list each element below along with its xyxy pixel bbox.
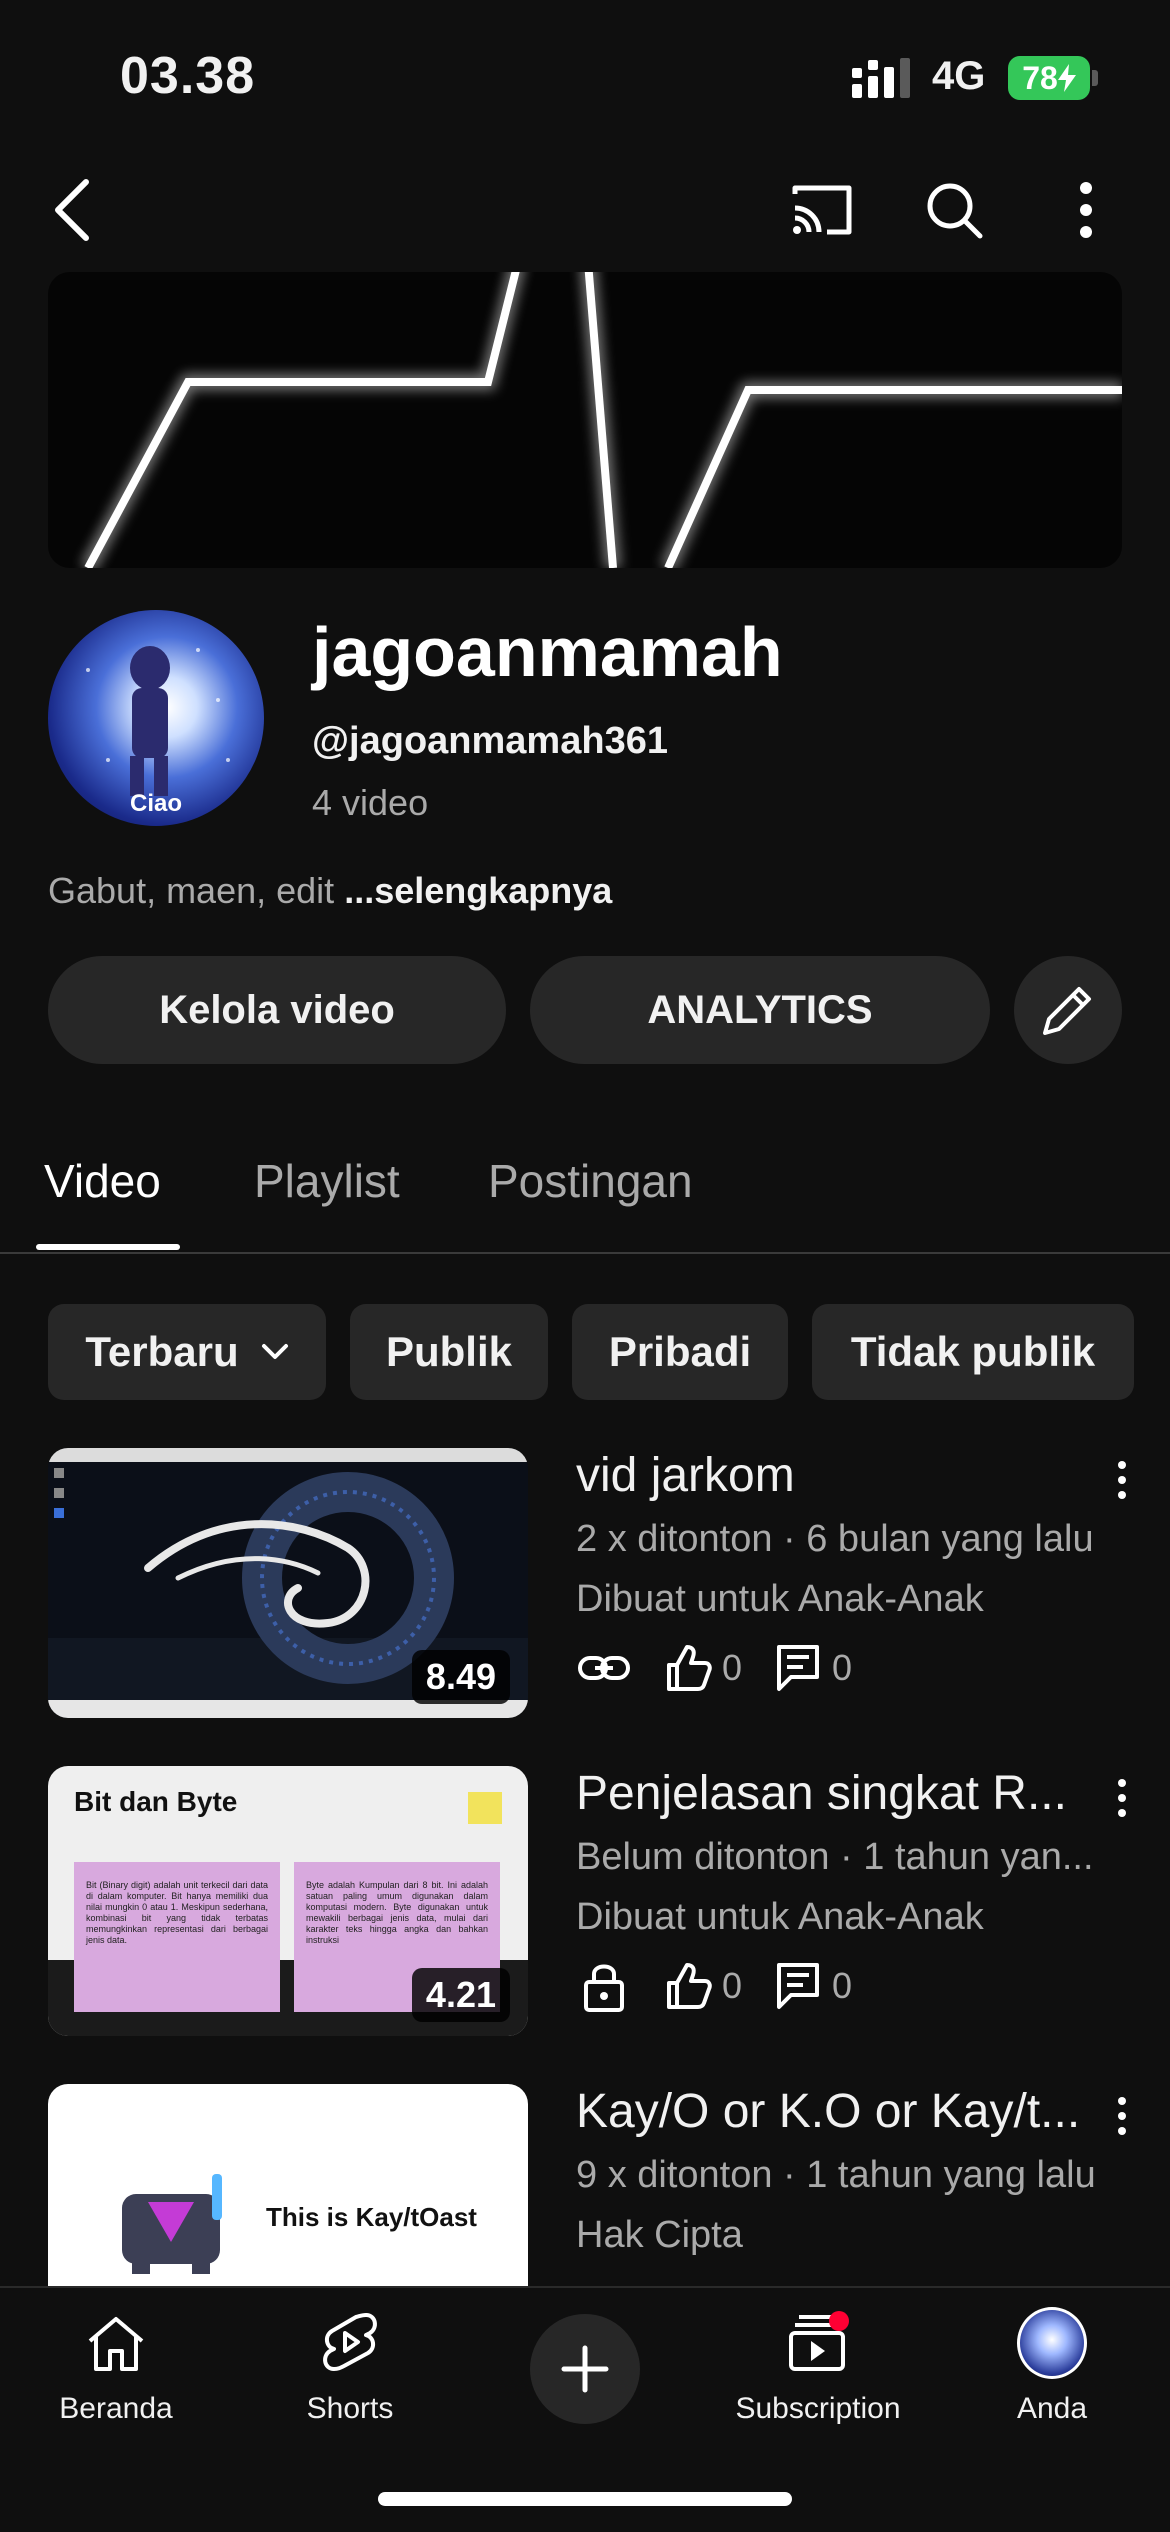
sort-label: Terbaru bbox=[85, 1328, 239, 1375]
like-count: 0 bbox=[722, 1647, 743, 1688]
more-vertical-icon bbox=[1118, 1461, 1126, 1499]
thumbnail-heading: Bit dan Byte bbox=[74, 1786, 238, 1817]
video-item[interactable]: Bit dan Byte Bit (Binary digit) adalah u… bbox=[0, 1766, 1170, 2046]
more-vertical-icon bbox=[1118, 2097, 1126, 2135]
nav-shorts-label: Shorts bbox=[306, 2392, 394, 2425]
video-item[interactable]: This is Kay/tOast Kay/O or K.O or Kay/t.… bbox=[0, 2084, 1170, 2286]
video-audience: Dibuat untuk Anak-Anak bbox=[576, 1578, 984, 1620]
filter-chip-pribadi[interactable]: Pribadi bbox=[572, 1304, 788, 1400]
comment-icon bbox=[770, 1640, 826, 1696]
description-more-link[interactable]: ...selengkapnya bbox=[344, 870, 612, 911]
profile-avatar-icon bbox=[1017, 2307, 1087, 2379]
battery-level: 78 bbox=[1022, 59, 1058, 96]
video-duration: 4.21 bbox=[411, 1968, 510, 2022]
channel-banner bbox=[48, 272, 1122, 568]
tab-video[interactable]: Video bbox=[44, 1154, 161, 1208]
video-item[interactable]: 8.49 vid jarkom 2 x ditonton · 6 bulan y… bbox=[0, 1448, 1170, 1728]
thumbnail-caption: This is Kay/tOast bbox=[266, 2202, 477, 2232]
video-duration: 8.49 bbox=[411, 1650, 510, 1704]
search-icon bbox=[927, 183, 983, 239]
video-stats: 0 0 bbox=[576, 1638, 880, 1698]
banner-art bbox=[80, 272, 1122, 568]
pencil-icon bbox=[1043, 987, 1091, 1035]
nav-shorts[interactable]: Shorts bbox=[250, 2308, 450, 2458]
network-type: 4G bbox=[932, 54, 986, 98]
subscriptions-icon bbox=[783, 2308, 853, 2378]
video-meta: 9 x ditonton · 1 tahun yang lalu bbox=[576, 2154, 1096, 2196]
manage-videos-button[interactable]: Kelola video bbox=[48, 956, 506, 1064]
description-text: Gabut, maen, edit bbox=[48, 870, 335, 911]
plus-icon bbox=[561, 2345, 609, 2393]
avatar-caption: Ciao bbox=[129, 790, 182, 817]
status-time: 03.38 bbox=[120, 47, 256, 105]
video-title[interactable]: Penjelasan singkat R... bbox=[576, 1766, 1096, 1821]
filter-chip-tidak-publik[interactable]: Tidak publik bbox=[812, 1304, 1134, 1400]
more-vertical-icon bbox=[1118, 1779, 1126, 1817]
comment-count: 0 bbox=[832, 1965, 853, 2006]
link-icon bbox=[576, 1640, 632, 1696]
channel-video-count: 4 video bbox=[312, 782, 429, 823]
battery-cap bbox=[1092, 70, 1098, 86]
analytics-button[interactable]: ANALYTICS bbox=[530, 956, 990, 1064]
video-meta: 2 x ditonton · 6 bulan yang lalu bbox=[576, 1518, 1094, 1560]
back-arrow-icon bbox=[55, 179, 89, 241]
video-title[interactable]: Kay/O or K.O or Kay/t... bbox=[576, 2084, 1096, 2139]
like-icon bbox=[660, 1640, 716, 1696]
video-meta: Belum ditonton · 1 tahun yan... bbox=[576, 1836, 1094, 1878]
status-bar: 03.38 4G 78 bbox=[0, 0, 1170, 150]
video-thumbnail[interactable]: Bit dan Byte Bit (Binary digit) adalah u… bbox=[48, 1766, 528, 2036]
shorts-icon bbox=[315, 2308, 385, 2378]
comment-icon bbox=[770, 1958, 826, 2014]
thumbnail-art bbox=[122, 2174, 222, 2274]
nav-subscriptions[interactable]: Subscription bbox=[718, 2308, 918, 2458]
nav-you[interactable]: Anda bbox=[952, 2307, 1152, 2458]
video-thumbnail[interactable]: This is Kay/tOast bbox=[48, 2084, 528, 2286]
avatar bbox=[1017, 2307, 1087, 2379]
video-list: 8.49 vid jarkom 2 x ditonton · 6 bulan y… bbox=[0, 1440, 1170, 2286]
more-options-button[interactable] bbox=[1046, 170, 1126, 250]
video-more-button[interactable] bbox=[1100, 2088, 1144, 2144]
active-tab-indicator bbox=[36, 1244, 180, 1250]
channel-tabs: Video Playlist Postingan bbox=[0, 1140, 1170, 1254]
thumbnail-box-bit: Bit (Binary digit) adalah unit terkecil … bbox=[74, 1862, 280, 2012]
video-audience: Hak Cipta bbox=[576, 2214, 743, 2256]
nav-home[interactable]: Beranda bbox=[16, 2308, 216, 2458]
video-thumbnail[interactable]: 8.49 bbox=[48, 1448, 528, 1718]
channel-description[interactable]: Gabut, maen, edit ...selengkapnya bbox=[48, 870, 612, 912]
like-count: 0 bbox=[722, 1965, 743, 2006]
channel-name: jagoanmamah bbox=[312, 613, 783, 691]
cast-button[interactable] bbox=[782, 170, 862, 250]
filter-chip-publik[interactable]: Publik bbox=[350, 1304, 548, 1400]
top-app-bar bbox=[0, 160, 1170, 260]
cast-icon bbox=[792, 185, 852, 235]
sort-dropdown[interactable]: Terbaru bbox=[48, 1304, 326, 1400]
edit-channel-button[interactable] bbox=[1014, 956, 1122, 1064]
like-icon bbox=[660, 1958, 716, 2014]
video-more-button[interactable] bbox=[1100, 1770, 1144, 1826]
video-title[interactable]: vid jarkom bbox=[576, 1448, 1096, 1503]
signal-icon bbox=[852, 58, 910, 98]
home-icon bbox=[81, 2308, 151, 2378]
video-stats: 0 0 bbox=[576, 1956, 880, 2016]
battery-indicator: 78 bbox=[1008, 56, 1090, 100]
back-button[interactable] bbox=[36, 170, 108, 250]
thumbnail-accent bbox=[468, 1792, 502, 1824]
nav-home-label: Beranda bbox=[59, 2392, 173, 2425]
home-indicator bbox=[378, 2492, 792, 2506]
charging-icon bbox=[1057, 64, 1076, 92]
channel-handle: @jagoanmamah361 bbox=[312, 720, 668, 762]
channel-avatar[interactable]: Ciao bbox=[48, 610, 264, 826]
comment-count: 0 bbox=[832, 1647, 853, 1688]
create-button[interactable] bbox=[530, 2314, 640, 2424]
search-button[interactable] bbox=[914, 170, 994, 250]
tab-playlist[interactable]: Playlist bbox=[254, 1154, 400, 1208]
nav-you-label: Anda bbox=[1016, 2392, 1088, 2425]
video-audience: Dibuat untuk Anak-Anak bbox=[576, 1896, 984, 1938]
tab-postingan[interactable]: Postingan bbox=[488, 1154, 693, 1208]
more-vertical-icon bbox=[1080, 182, 1092, 238]
lock-icon bbox=[576, 1958, 632, 2014]
video-more-button[interactable] bbox=[1100, 1452, 1144, 1508]
chevron-down-icon bbox=[261, 1344, 288, 1359]
nav-subscriptions-label: Subscription bbox=[735, 2392, 901, 2425]
